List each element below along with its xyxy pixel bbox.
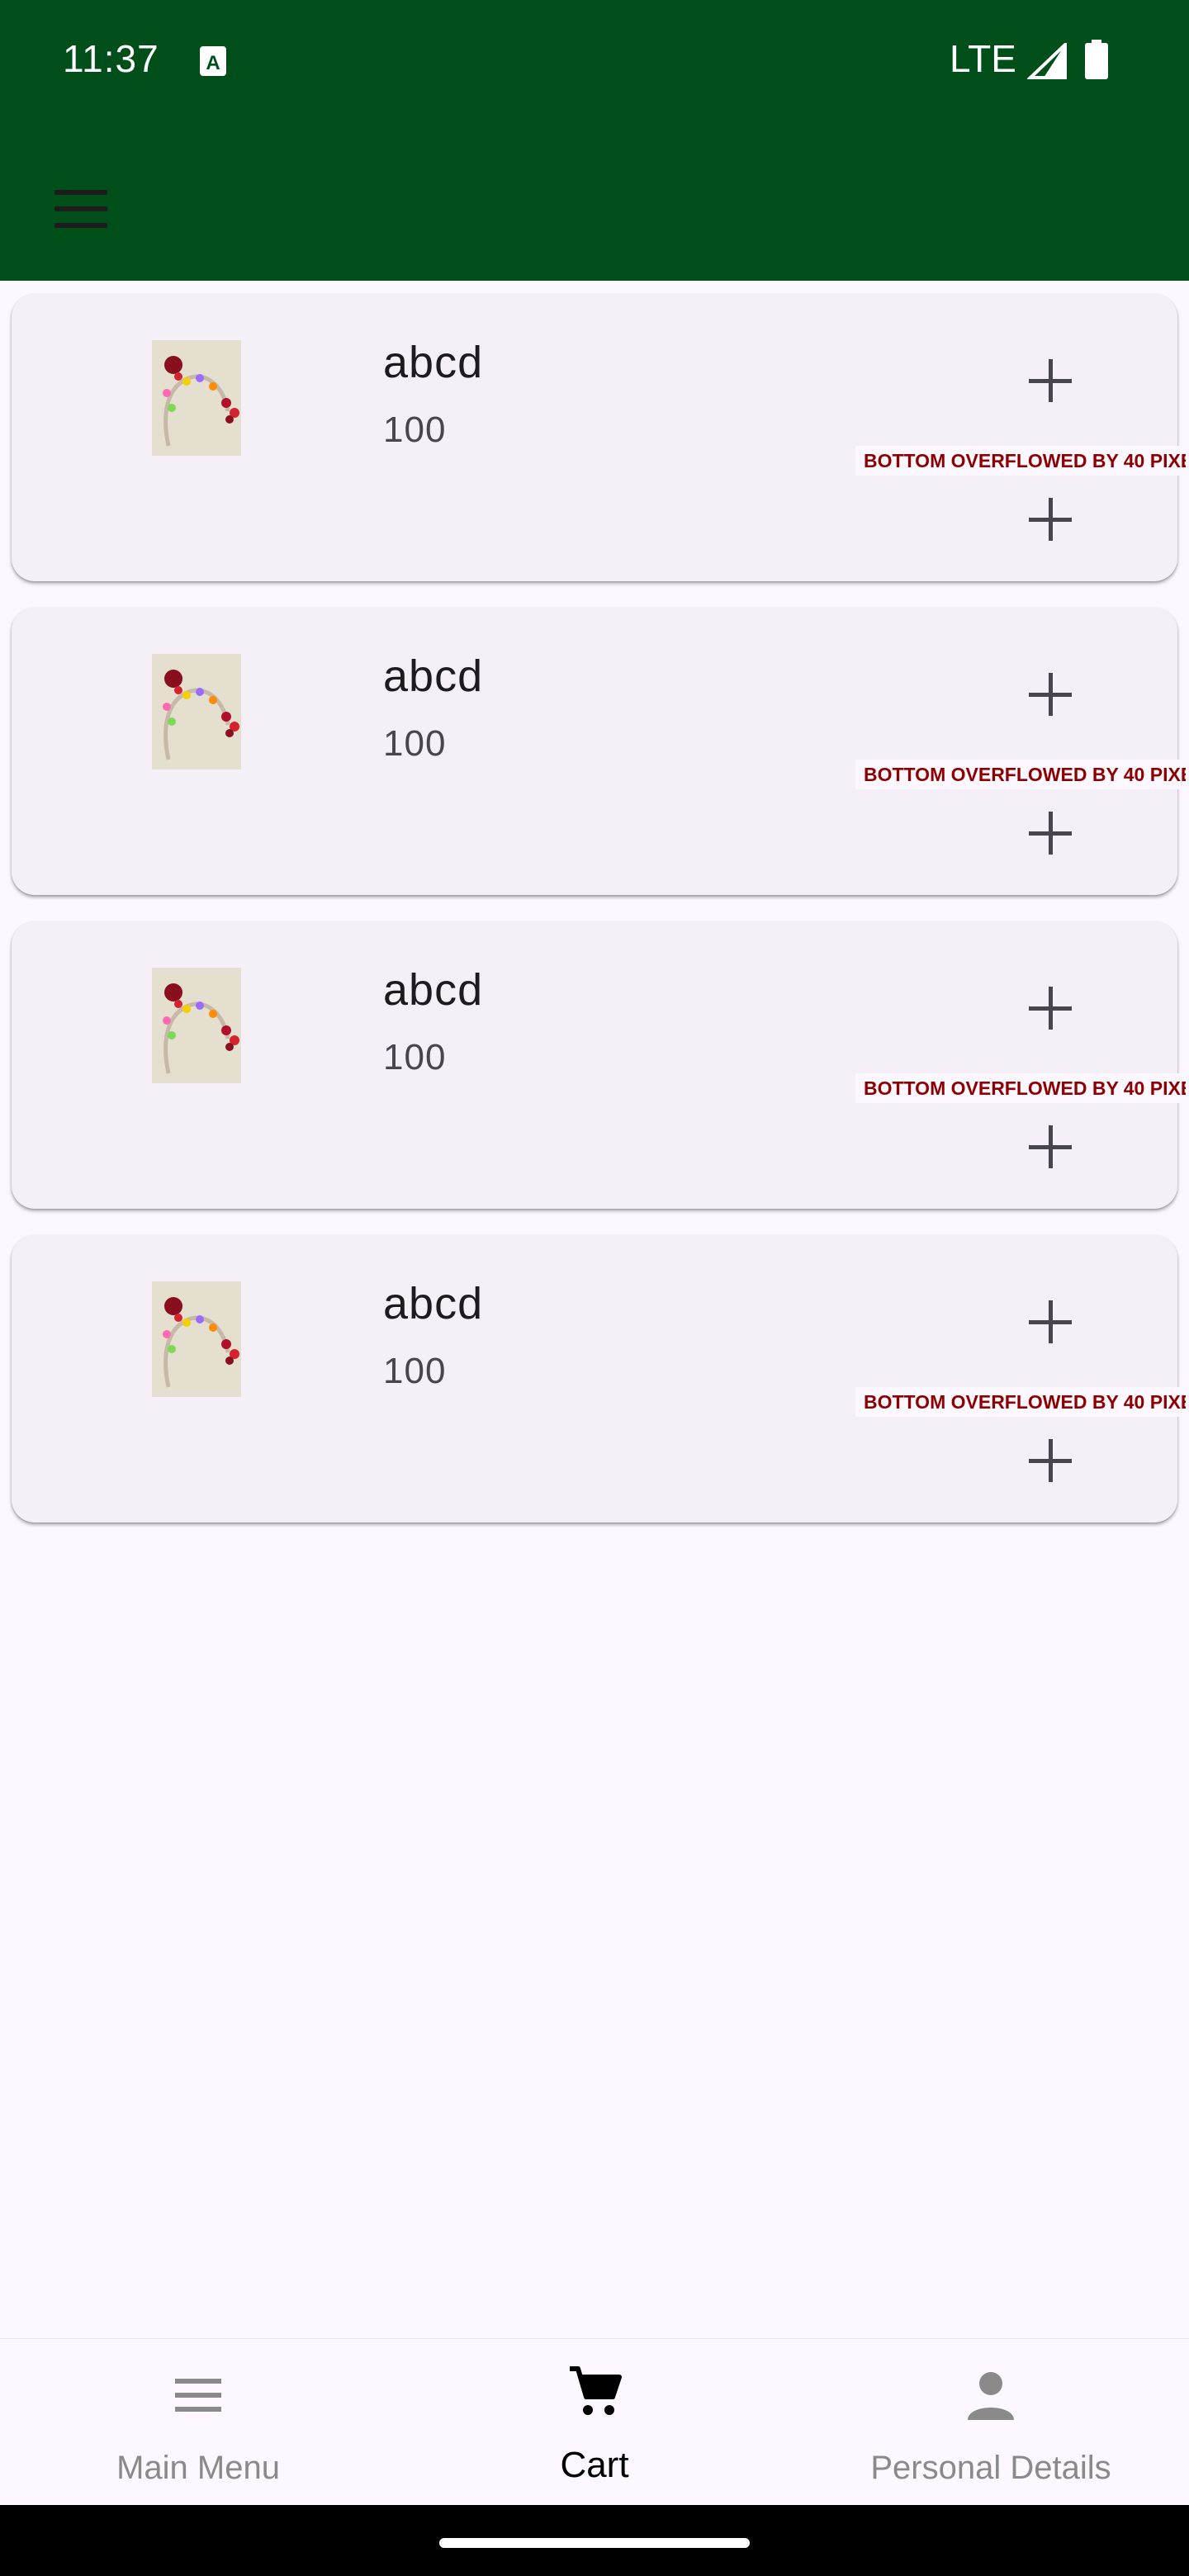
- item-name: abcd: [383, 1279, 484, 1328]
- text-a-icon: A: [200, 46, 226, 76]
- hamburger-menu-icon: [54, 190, 107, 231]
- nav-main-menu[interactable]: Main Menu: [0, 2339, 396, 2506]
- overflow-warning: BOTTOM OVERFLOWED BY 40 PIXELS: [855, 760, 1186, 789]
- bottom-navigation: Main Menu Cart Personal Details: [0, 2338, 1189, 2506]
- cart-item-card: abcd 100 BOTTOM OVERFLOWED BY 40 PIXELS: [12, 608, 1186, 895]
- menu-button[interactable]: [41, 172, 121, 251]
- status-time: 11:37: [63, 37, 159, 80]
- person-icon: [968, 2372, 1014, 2420]
- add-item-button[interactable]: [1001, 1420, 1100, 1503]
- status-bar: 11:37 A LTE: [0, 0, 1189, 116]
- increase-quantity-button[interactable]: [1001, 654, 1100, 736]
- cart-item-card: abcd 100 BOTTOM OVERFLOWED BY 40 PIXELS: [12, 294, 1186, 581]
- item-price: 100: [383, 1037, 447, 1077]
- nav-label: Personal Details: [870, 2450, 1111, 2486]
- system-gesture-area: [0, 2505, 1189, 2576]
- overflow-warning: BOTTOM OVERFLOWED BY 40 PIXELS: [855, 1073, 1186, 1103]
- nav-label: Main Menu: [116, 2450, 280, 2486]
- signal-icon: [1027, 43, 1067, 79]
- increase-quantity-button[interactable]: [1001, 968, 1100, 1050]
- cart-icon: [570, 2366, 622, 2415]
- cart-item-card: abcd 100 BOTTOM OVERFLOWED BY 40 PIXELS: [12, 921, 1186, 1209]
- battery-icon: [1085, 40, 1108, 79]
- add-item-button[interactable]: [1001, 1106, 1100, 1189]
- add-item-button[interactable]: [1001, 479, 1100, 561]
- app-bar: [0, 116, 1189, 281]
- svg-text:A: A: [206, 52, 220, 74]
- increase-quantity-button[interactable]: [1001, 1281, 1100, 1364]
- nav-label: Cart: [560, 2445, 629, 2485]
- menu-icon: [175, 2379, 221, 2412]
- network-type: LTE: [950, 37, 1016, 80]
- product-image: [152, 1281, 241, 1397]
- item-name: abcd: [383, 338, 484, 387]
- item-name: abcd: [383, 965, 484, 1015]
- increase-quantity-button[interactable]: [1001, 340, 1100, 423]
- overflow-warning: BOTTOM OVERFLOWED BY 40 PIXELS: [855, 446, 1186, 476]
- overflow-warning: BOTTOM OVERFLOWED BY 40 PIXELS: [855, 1387, 1186, 1417]
- item-price: 100: [383, 1351, 447, 1391]
- product-image: [152, 968, 241, 1083]
- item-price: 100: [383, 723, 447, 764]
- home-gesture-handle[interactable]: [439, 2538, 750, 2548]
- nav-cart[interactable]: Cart: [396, 2339, 793, 2506]
- product-image: [152, 654, 241, 769]
- cart-item-card: abcd 100 BOTTOM OVERFLOWED BY 40 PIXELS: [12, 1235, 1186, 1522]
- product-image: [152, 340, 241, 456]
- item-name: abcd: [383, 651, 484, 701]
- item-price: 100: [383, 410, 447, 450]
- add-item-button[interactable]: [1001, 793, 1100, 875]
- nav-personal-details[interactable]: Personal Details: [793, 2339, 1189, 2506]
